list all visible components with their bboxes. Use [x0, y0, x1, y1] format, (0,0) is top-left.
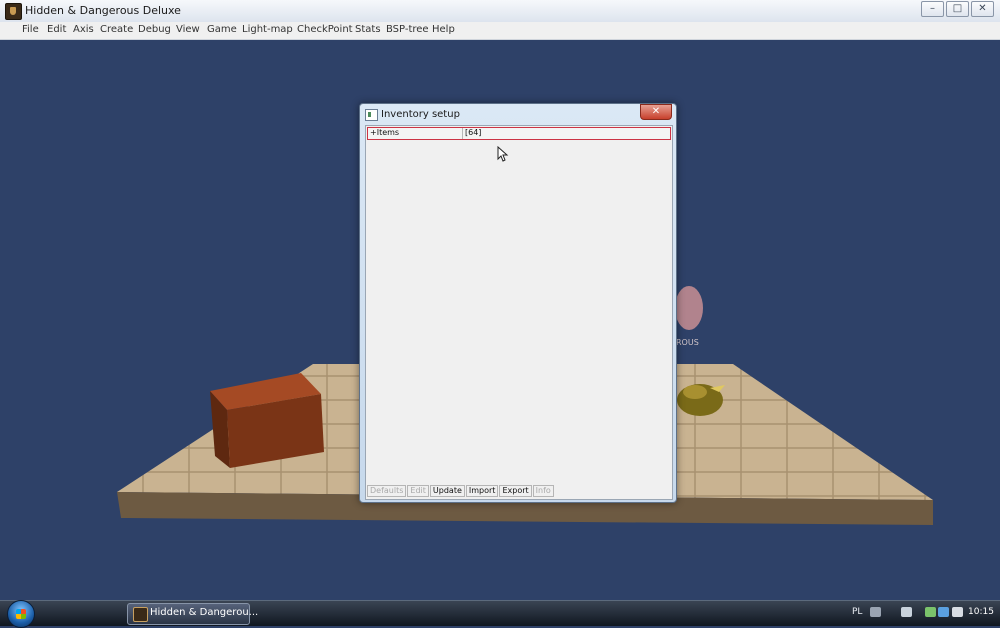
- window-title: Hidden & Dangerous Deluxe: [25, 4, 181, 17]
- taskbar-app-button[interactable]: Hidden & Dangerou...: [127, 603, 258, 625]
- app-icon[interactable]: [5, 3, 22, 20]
- maximize-button[interactable]: □: [946, 1, 969, 17]
- network-icon[interactable]: [938, 607, 949, 617]
- menu-debug[interactable]: Debug: [138, 24, 171, 35]
- dialog-icon: [365, 109, 378, 121]
- import-button[interactable]: Import: [465, 485, 499, 497]
- menu-stats[interactable]: Stats: [355, 24, 381, 35]
- inventory-dialog: Inventory setup ✕ +Items [64] Defaults E…: [359, 103, 677, 503]
- keyboard-icon[interactable]: [870, 607, 881, 617]
- taskbar: Hidden & Dangerou... PL 10:15: [0, 600, 1000, 628]
- row-name: +Items: [370, 128, 400, 137]
- menu-help[interactable]: Help: [432, 24, 455, 35]
- volume-icon[interactable]: [952, 607, 963, 617]
- info-button[interactable]: Info: [532, 485, 554, 497]
- menu-edit[interactable]: Edit: [47, 24, 66, 35]
- dialog-close-button[interactable]: ✕: [640, 104, 672, 120]
- export-button[interactable]: Export: [499, 485, 532, 497]
- row-value: [64]: [465, 128, 482, 137]
- menu-create[interactable]: Create: [100, 24, 133, 35]
- menu-file[interactable]: File: [22, 24, 39, 35]
- menu-axis[interactable]: Axis: [73, 24, 94, 35]
- hd-logo-graphic: ROUS: [675, 286, 703, 347]
- title-bar: Hidden & Dangerous Deluxe – □ ✕: [0, 0, 1000, 23]
- taskbar-app-label: Hidden & Dangerou...: [150, 607, 259, 618]
- clock[interactable]: 10:15: [968, 607, 994, 617]
- safely-remove-icon[interactable]: [901, 607, 912, 617]
- window-controls: – □ ✕: [921, 1, 994, 17]
- logo-text: ROUS: [676, 338, 699, 347]
- update-button[interactable]: Update: [429, 485, 465, 497]
- minimize-button[interactable]: –: [921, 1, 944, 17]
- taskbar-app-icon: [133, 607, 148, 622]
- edit-button[interactable]: Edit: [407, 485, 429, 497]
- menu-checkpoint[interactable]: CheckPoint: [297, 24, 353, 35]
- inventory-row-items[interactable]: +Items [64]: [367, 127, 671, 140]
- defaults-button[interactable]: Defaults: [367, 485, 407, 497]
- close-button[interactable]: ✕: [971, 1, 994, 17]
- dialog-title: Inventory setup: [381, 109, 460, 120]
- language-indicator[interactable]: PL: [852, 607, 862, 617]
- inventory-list[interactable]: +Items [64] Defaults Edit Update Import …: [365, 125, 673, 500]
- menu-view[interactable]: View: [176, 24, 200, 35]
- column-divider: [462, 128, 463, 139]
- menu-bar: File Edit Axis Create Debug View Game Li…: [0, 22, 1000, 40]
- menu-light-map[interactable]: Light-map: [242, 24, 293, 35]
- power-icon[interactable]: [925, 607, 936, 617]
- menu-game[interactable]: Game: [207, 24, 237, 35]
- mouse-cursor-icon: [497, 146, 509, 162]
- start-button[interactable]: [7, 600, 35, 628]
- dialog-button-bar: Defaults Edit Update Import Export Info: [367, 485, 555, 497]
- menu-bsp-tree[interactable]: BSP-tree: [386, 24, 429, 35]
